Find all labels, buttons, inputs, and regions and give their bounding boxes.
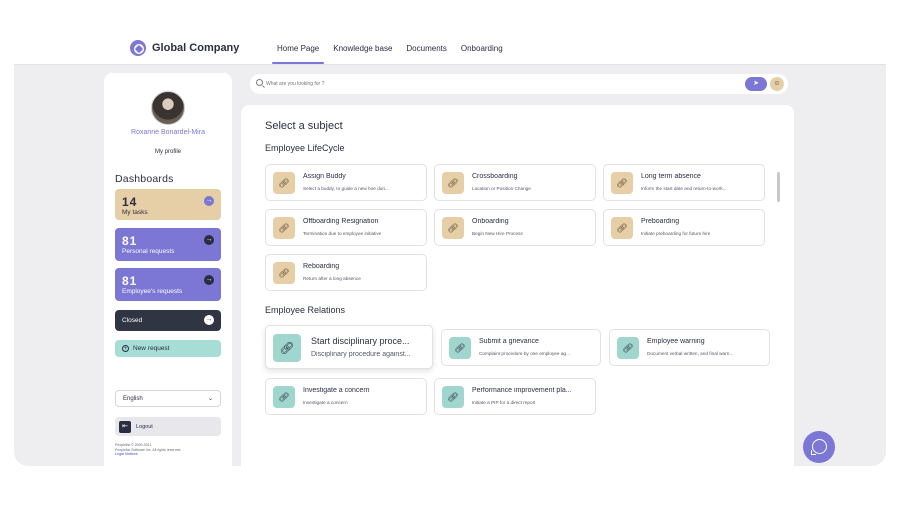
closed-label: Closed bbox=[122, 317, 143, 324]
tile-performance-improvement-plan[interactable]: 🔗︎ Performance improvement pla... Initia… bbox=[434, 378, 596, 415]
tile-onboarding[interactable]: 🔗︎ Onboarding Begin New Hire Process bbox=[434, 209, 596, 246]
legal-notices-link[interactable]: Legal Notices bbox=[115, 452, 221, 457]
tile-description: Select a buddy, to guide a new hire duri… bbox=[303, 186, 389, 191]
page-title: Select a subject bbox=[265, 120, 343, 132]
user-group-button[interactable]: ☺ bbox=[770, 77, 784, 91]
tile-title: Employee warning bbox=[647, 338, 705, 345]
my-tasks-label: My tasks bbox=[122, 209, 148, 216]
logout-button[interactable]: ⇤ Logout bbox=[115, 417, 221, 436]
nav-onboarding[interactable]: Onboarding bbox=[454, 38, 510, 62]
sidebar: Roxanne Bonardel-Mira My profile Dashboa… bbox=[104, 73, 232, 466]
tile-title: Submit a grievance bbox=[479, 338, 539, 345]
link-icon: 🔗︎ bbox=[273, 172, 295, 194]
arrow-right-icon: → bbox=[204, 196, 214, 206]
tile-employee-warning[interactable]: 🔗︎ Employee warning Document verbal writ… bbox=[609, 329, 770, 366]
personal-requests-count: 81 bbox=[122, 234, 138, 248]
tile-title: Long term absence bbox=[641, 173, 701, 180]
tile-title: Crossboarding bbox=[472, 173, 518, 180]
avatar[interactable] bbox=[151, 91, 185, 125]
link-icon: 🔗︎ bbox=[617, 337, 639, 359]
tile-description: Document verbal written, and final warn.… bbox=[647, 351, 734, 356]
tile-long-term-absence[interactable]: 🔗︎ Long term absence Inform the start da… bbox=[603, 164, 765, 201]
personal-requests-card[interactable]: 81 Personal requests → bbox=[115, 228, 221, 261]
employees-requests-label: Employee's requests bbox=[122, 288, 183, 295]
tile-title: Offboarding Resignation bbox=[303, 218, 379, 225]
tile-investigate-concern[interactable]: 🔗︎ Investigate a concern Investigate a c… bbox=[265, 378, 427, 415]
tile-description: Investigate a concern bbox=[303, 400, 348, 405]
tile-description: Termination due to employee initiative bbox=[303, 231, 382, 236]
tile-title: Investigate a concern bbox=[303, 387, 370, 394]
my-tasks-count: 14 bbox=[122, 195, 138, 209]
nav-home-page[interactable]: Home Page bbox=[270, 38, 326, 64]
link-icon: 🔗︎ bbox=[611, 172, 633, 194]
tile-title: Assign Buddy bbox=[303, 173, 346, 180]
search-bar: ➤ ☺ bbox=[250, 74, 788, 94]
link-icon: 🔗︎ bbox=[442, 172, 464, 194]
language-value: English bbox=[123, 395, 143, 402]
tile-assign-buddy[interactable]: 🔗︎ Assign Buddy Select a buddy, to guide… bbox=[265, 164, 427, 201]
my-profile-link[interactable]: My profile bbox=[104, 149, 232, 155]
arrow-right-icon: → bbox=[204, 275, 214, 285]
nav-documents[interactable]: Documents bbox=[399, 38, 453, 62]
employee-lifecycle-title: Employee LifeCycle bbox=[265, 143, 345, 153]
tile-reboarding[interactable]: 🔗︎ Reboarding Return after a long absenc… bbox=[265, 254, 427, 291]
link-icon: 🔗︎ bbox=[449, 337, 471, 359]
send-button[interactable]: ➤ bbox=[745, 77, 767, 91]
tile-description: Begin New Hire Process bbox=[472, 231, 523, 236]
employees-requests-count: 81 bbox=[122, 274, 138, 288]
search-input[interactable] bbox=[266, 78, 566, 90]
tile-start-disciplinary-procedure[interactable]: 🔗︎ Start disciplinary proce... Disciplin… bbox=[265, 325, 433, 369]
tile-preboarding[interactable]: 🔗︎ Preboarding Initiate preboarding for … bbox=[603, 209, 765, 246]
my-tasks-card[interactable]: 14 My tasks → bbox=[115, 189, 221, 220]
link-icon: 🔗︎ bbox=[442, 386, 464, 408]
link-icon: 🔗︎ bbox=[611, 217, 633, 239]
arrow-right-icon: → bbox=[204, 235, 214, 245]
logout-icon: ⇤ bbox=[119, 420, 131, 433]
employee-relations-title: Employee Relations bbox=[265, 305, 346, 315]
link-icon: 🔗︎ bbox=[273, 334, 301, 362]
plus-circle-icon: + bbox=[122, 345, 129, 352]
language-select[interactable]: English ⌄ bbox=[115, 390, 221, 407]
company-name: Global Company bbox=[152, 42, 240, 54]
dashboards-title: Dashboards bbox=[115, 173, 174, 185]
new-request-label: New request bbox=[133, 345, 170, 352]
tile-description: Disciplinary procedure against... bbox=[311, 351, 411, 358]
tile-description: Return after a long absence bbox=[303, 276, 361, 281]
employees-requests-card[interactable]: 81 Employee's requests → bbox=[115, 268, 221, 301]
personal-requests-label: Personal requests bbox=[122, 248, 175, 255]
company-logo[interactable]: Global Company bbox=[130, 40, 239, 56]
link-icon: 🔗︎ bbox=[273, 386, 295, 408]
tile-description: Initiate preboarding for future hire bbox=[641, 231, 711, 236]
tile-description: Complaint procedure by one employee ag..… bbox=[479, 351, 570, 356]
main-panel: Select a subject Employee LifeCycle 🔗︎ A… bbox=[241, 105, 794, 466]
search-icon bbox=[256, 79, 263, 86]
link-icon: 🔗︎ bbox=[273, 262, 295, 284]
tile-submit-grievance[interactable]: 🔗︎ Submit a grievance Complaint procedur… bbox=[441, 329, 601, 366]
logout-label: Logout bbox=[136, 423, 153, 430]
chevron-down-icon: ⌄ bbox=[207, 396, 213, 402]
tile-crossboarding[interactable]: 🔗︎ Crossboarding Location or Position Ch… bbox=[434, 164, 596, 201]
scrollbar[interactable] bbox=[777, 172, 780, 202]
closed-card[interactable]: Closed → bbox=[115, 310, 221, 331]
tile-title: Reboarding bbox=[303, 263, 340, 270]
tile-description: Inform the start date and return-to-work… bbox=[641, 186, 727, 191]
tile-title: Onboarding bbox=[472, 218, 509, 225]
tile-description: Initiate a PIP for a direct report bbox=[472, 400, 536, 405]
main-nav: Home Page Knowledge base Documents Onboa… bbox=[270, 38, 510, 64]
tile-title: Performance improvement pla... bbox=[472, 387, 572, 394]
footer-text: Peoplelist © 2009-2021 Peoplelist Softwa… bbox=[115, 443, 221, 457]
top-navigation-bar: Global Company Home Page Knowledge base … bbox=[0, 0, 900, 64]
tile-offboarding-resignation[interactable]: 🔗︎ Offboarding Resignation Termination d… bbox=[265, 209, 427, 246]
user-name: Roxanne Bonardel-Mira bbox=[131, 129, 205, 136]
link-icon: 🔗︎ bbox=[442, 217, 464, 239]
link-icon: 🔗︎ bbox=[273, 217, 295, 239]
chat-bubble-button[interactable] bbox=[803, 431, 835, 463]
tile-description: Location or Position Change bbox=[472, 186, 531, 191]
tile-title: Preboarding bbox=[641, 218, 680, 225]
tile-title: Start disciplinary proce... bbox=[311, 336, 410, 346]
new-request-button[interactable]: + New request bbox=[115, 340, 221, 357]
arrow-right-icon: → bbox=[204, 315, 214, 325]
nav-knowledge-base[interactable]: Knowledge base bbox=[326, 38, 399, 62]
company-logo-icon bbox=[130, 40, 146, 56]
